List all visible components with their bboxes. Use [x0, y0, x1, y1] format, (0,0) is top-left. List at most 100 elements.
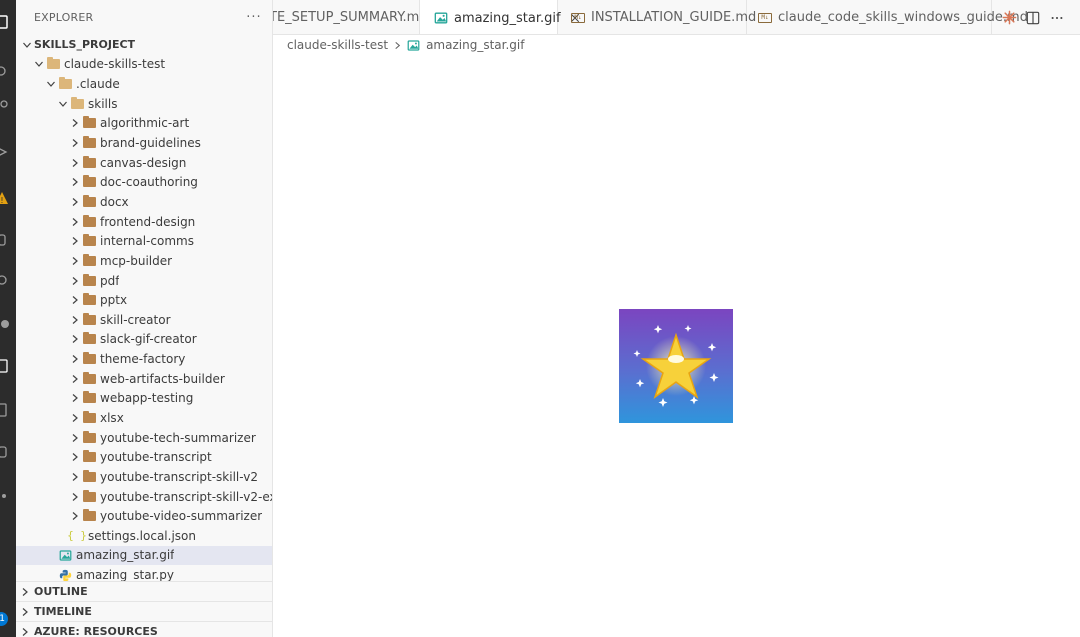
search-icon[interactable]: [0, 64, 10, 80]
tree-item-label: doc-coauthoring: [100, 175, 198, 190]
breadcrumb: claude-skills-test amazing_star.gif: [287, 35, 524, 55]
tab-setup-summary[interactable]: TE_SETUP_SUMMARY.md: [273, 0, 428, 34]
claude-spark-icon[interactable]: [1000, 9, 1018, 27]
svg-text:!: !: [0, 196, 3, 205]
tree-item-label: algorithmic-art: [100, 116, 190, 131]
tab-label: INSTALLATION_GUIDE.md: [591, 10, 757, 25]
tree-folder[interactable]: youtube-transcript-skill-v2: [16, 467, 272, 487]
azure-resources-label: AZURE: RESOURCES: [34, 625, 158, 637]
extensions-icon[interactable]: [0, 232, 10, 248]
tree-file[interactable]: amazing_star.gif: [16, 545, 272, 566]
tree-folder[interactable]: youtube-transcript: [16, 447, 272, 467]
remote-explorer-icon[interactable]: [0, 272, 10, 288]
accounts-badge[interactable]: 1: [0, 612, 8, 626]
chevron-right-icon: [68, 135, 82, 151]
chevron-right-icon: [68, 508, 82, 524]
workspace-root[interactable]: SKILLS_PROJECT: [16, 35, 272, 55]
tree-item-label: frontend-design: [100, 214, 196, 229]
markdown-icon: M↓: [758, 10, 772, 26]
tab-installation-guide[interactable]: M↓ INSTALLATION_GUIDE.md: [558, 0, 756, 34]
explorer-icon[interactable]: [0, 14, 10, 30]
image-icon: [407, 38, 421, 52]
editor-actions: [1000, 0, 1066, 34]
tree-folder[interactable]: claude-skills-test: [16, 55, 272, 75]
chevron-right-icon: [16, 587, 34, 597]
azure-icon[interactable]: [0, 402, 10, 418]
tree-folder[interactable]: canvas-design: [16, 153, 272, 173]
folder-icon: [82, 332, 96, 346]
tree-folder[interactable]: youtube-video-summarizer: [16, 506, 272, 526]
chevron-right-icon: [68, 390, 82, 406]
image-icon: [434, 10, 448, 26]
tree-folder[interactable]: doc-coauthoring: [16, 172, 272, 192]
tab-amazing-star-gif[interactable]: amazing_star.gif: [420, 0, 579, 34]
tab-label: claude_code_skills_windows_guide.md: [778, 10, 1028, 25]
tree-folder[interactable]: webapp-testing: [16, 389, 272, 409]
folder-icon: [82, 410, 96, 425]
run-debug-icon[interactable]: [0, 144, 10, 160]
tree-item-label: pptx: [100, 293, 128, 308]
tree-folder[interactable]: docx: [16, 192, 272, 212]
tree-folder[interactable]: web-artifacts-builder: [16, 369, 272, 389]
source-control-icon[interactable]: [0, 96, 10, 112]
tree-item-label: mcp-builder: [100, 253, 173, 268]
folder-icon: [82, 293, 96, 307]
folder-open-icon: [46, 57, 60, 71]
docker-icon[interactable]: [0, 358, 10, 374]
timeline-section[interactable]: TIMELINE: [16, 601, 272, 621]
breadcrumb-file[interactable]: amazing_star.gif: [426, 38, 524, 52]
explorer-title: EXPLORER: [34, 11, 94, 24]
testing-icon[interactable]: [0, 316, 10, 332]
chevron-right-icon: [68, 469, 82, 485]
split-editor-icon[interactable]: [1024, 9, 1042, 27]
more-actions-icon[interactable]: [1048, 9, 1066, 27]
tree-folder[interactable]: brand-guidelines: [16, 133, 272, 153]
outline-section[interactable]: OUTLINE: [16, 581, 272, 601]
folder-icon: [82, 391, 96, 405]
tree-folder[interactable]: youtube-transcript-skill-v2-extracted: [16, 487, 272, 507]
folder-icon: [82, 450, 96, 464]
breadcrumb-folder[interactable]: claude-skills-test: [287, 38, 388, 52]
timeline-label: TIMELINE: [34, 605, 92, 618]
tree-file[interactable]: { } settings.local.json: [16, 526, 272, 546]
tab-claude-code-skills-guide[interactable]: M↓ claude_code_skills_windows_guide.md: [747, 0, 1028, 34]
tree-folder[interactable]: skill-creator: [16, 310, 272, 330]
tree-folder[interactable]: .claude: [16, 74, 272, 94]
tree-item-label: amazing_star.gif: [76, 548, 175, 563]
tree-folder[interactable]: frontend-design: [16, 212, 272, 232]
tree-folder[interactable]: theme-factory: [16, 349, 272, 369]
tree-item-label: .claude: [76, 77, 120, 92]
tree-folder[interactable]: skills: [16, 94, 272, 114]
tab-label: amazing_star.gif: [454, 10, 561, 26]
tree-item-label: web-artifacts-builder: [100, 371, 225, 386]
tree-item-label: youtube-transcript-skill-v2-extracted: [100, 489, 272, 504]
folder-icon: [82, 253, 96, 268]
database-icon[interactable]: [0, 444, 10, 460]
tree-item-label: internal-comms: [100, 234, 194, 249]
chevron-right-icon: [68, 194, 82, 210]
tree-folder[interactable]: youtube-tech-summarizer: [16, 428, 272, 448]
tree-folder[interactable]: pdf: [16, 271, 272, 291]
folder-icon: [82, 430, 96, 445]
chevron-right-icon: [68, 331, 82, 347]
chat-icon[interactable]: [0, 488, 10, 504]
chevron-down-icon: [20, 37, 34, 53]
chevron-right-icon: [68, 233, 82, 249]
chevron-right-icon: [68, 489, 82, 505]
explorer-more-icon[interactable]: ···: [244, 10, 264, 25]
azure-resources-section[interactable]: AZURE: RESOURCES: [16, 621, 272, 637]
tree-folder[interactable]: algorithmic-art: [16, 114, 272, 134]
gif-preview-image: [619, 309, 733, 423]
file-tree: SKILLS_PROJECT claude-skills-test .claude s…: [16, 35, 272, 585]
tree-item-label: docx: [100, 194, 129, 209]
tree-folder[interactable]: pptx: [16, 290, 272, 310]
tree-item-label: webapp-testing: [100, 391, 194, 406]
warning-icon[interactable]: !: [0, 190, 10, 206]
tree-folder[interactable]: xlsx: [16, 408, 272, 428]
tree-folder[interactable]: mcp-builder: [16, 251, 272, 271]
tree-folder[interactable]: slack-gif-creator: [16, 330, 272, 350]
tree-folder[interactable]: internal-comms: [16, 231, 272, 251]
folder-open-icon: [58, 77, 72, 91]
tree-item-label: pdf: [100, 273, 120, 288]
